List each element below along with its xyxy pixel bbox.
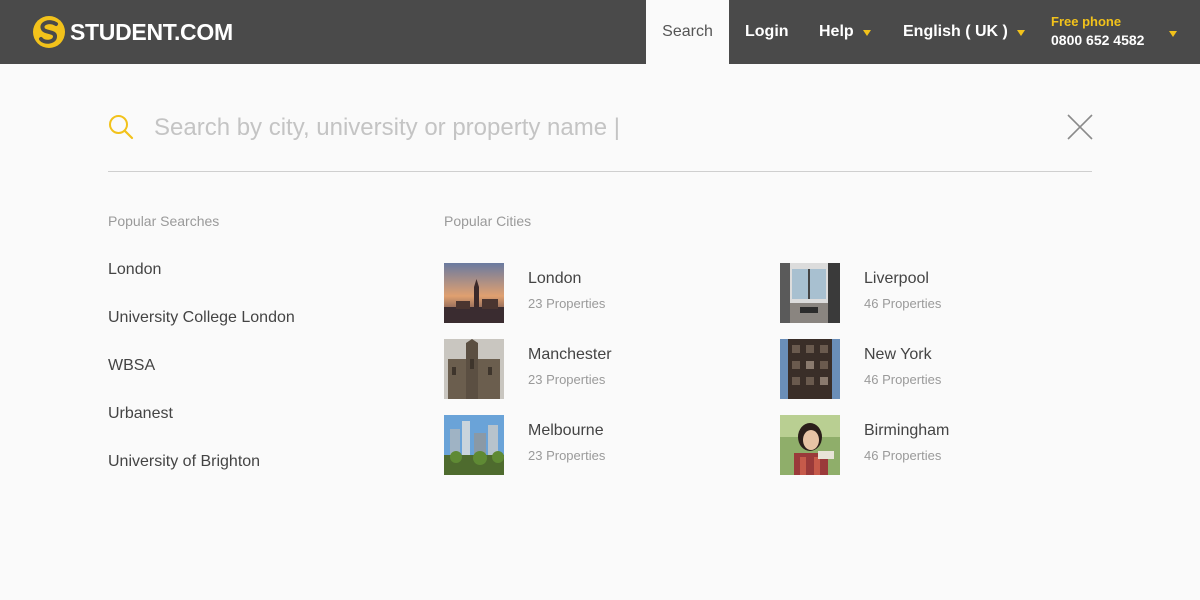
city-name: Melbourne: [528, 422, 604, 439]
logo-text: STUDENT.COM: [70, 19, 233, 45]
city-property-count: 46 Properties: [864, 296, 942, 311]
nav-search-tab[interactable]: Search: [646, 0, 729, 64]
city-item-manchester[interactable]: Manchester 23 Properties: [444, 339, 744, 399]
language-label: English ( UK ): [903, 23, 1008, 40]
logo[interactable]: STUDENT.COM: [32, 15, 233, 49]
search-underline: [108, 171, 1092, 172]
popular-search-item[interactable]: University College London: [108, 306, 295, 354]
free-phone-dropdown[interactable]: Free phone 0800 652 4582: [1051, 14, 1144, 50]
city-property-count: 23 Properties: [528, 372, 606, 387]
phone-number: 0800 652 4582: [1051, 32, 1145, 48]
city-item-london[interactable]: London 23 Properties: [444, 263, 744, 323]
nav-login-label: Login: [745, 23, 789, 40]
city-thumbnail-liverpool: [780, 263, 840, 323]
city-item-new-york[interactable]: New York 46 Properties: [780, 339, 1080, 399]
nav-login-link[interactable]: Login: [745, 0, 789, 64]
caret-down-icon: [1016, 30, 1025, 36]
caret-down-icon: [862, 30, 871, 36]
free-phone-label: Free phone: [1051, 14, 1122, 29]
city-thumbnail-new-york: [780, 339, 840, 399]
city-thumbnail-birmingham: [780, 415, 840, 475]
city-name: Manchester: [528, 346, 612, 363]
city-property-count: 46 Properties: [864, 372, 942, 387]
city-item-melbourne[interactable]: Melbourne 23 Properties: [444, 415, 744, 475]
city-item-birmingham[interactable]: Birmingham 46 Properties: [780, 415, 1080, 475]
city-name: London: [528, 270, 582, 287]
city-property-count: 23 Properties: [528, 448, 606, 463]
caret-down-icon[interactable]: [1169, 31, 1177, 37]
popular-searches-title: Popular Searches: [108, 213, 220, 229]
nav-help-label: Help: [819, 23, 854, 40]
top-navigation-bar: STUDENT.COM Search Login Help English ( …: [0, 0, 1200, 64]
search-input[interactable]: [154, 108, 1034, 148]
popular-search-item[interactable]: WBSA: [108, 354, 295, 402]
city-thumbnail-melbourne: [444, 415, 504, 475]
city-item-liverpool[interactable]: Liverpool 46 Properties: [780, 263, 1080, 323]
popular-search-item[interactable]: London: [108, 258, 295, 306]
city-property-count: 23 Properties: [528, 296, 606, 311]
city-thumbnail-london: [444, 263, 504, 323]
nav-help-dropdown[interactable]: Help: [819, 0, 871, 64]
city-property-count: 46 Properties: [864, 448, 942, 463]
city-name: Birmingham: [864, 422, 950, 439]
language-selector[interactable]: English ( UK ): [903, 0, 1025, 64]
logo-icon: [33, 16, 65, 48]
popular-searches-list: London University College London WBSA Ur…: [108, 258, 295, 498]
popular-search-item[interactable]: University of Brighton: [108, 450, 295, 498]
popular-search-item[interactable]: Urbanest: [108, 402, 295, 450]
city-name: Liverpool: [864, 270, 929, 287]
city-thumbnail-manchester: [444, 339, 504, 399]
popular-cities-title: Popular Cities: [444, 213, 532, 229]
city-name: New York: [864, 346, 932, 363]
close-icon[interactable]: [1066, 113, 1094, 141]
search-icon: [109, 115, 134, 140]
